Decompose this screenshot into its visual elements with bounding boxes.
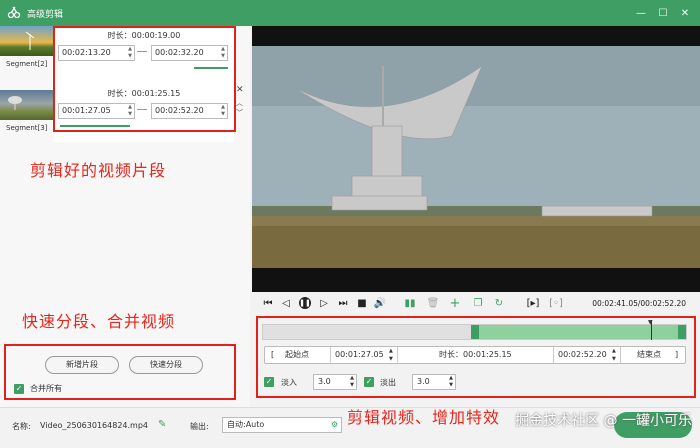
file-name: Video_250630164824.mp4 xyxy=(40,421,148,430)
skip-end-icon[interactable]: ⏭ xyxy=(337,297,349,309)
segment-panel: Segment[2] Segment[3] 时长：00:00:19.00 00:… xyxy=(0,26,250,407)
highlight-box xyxy=(256,316,696,398)
app-logo-icon xyxy=(7,6,21,20)
merge-all-checkbox[interactable]: ✓ xyxy=(14,384,24,394)
close-segment-icon[interactable]: ✕ xyxy=(236,85,244,95)
annotation-clips: 剪辑好的视频片段 xyxy=(30,161,167,180)
merge-all-label: 合并所有 xyxy=(30,384,62,393)
delete-icon[interactable]: 🗑 xyxy=(427,297,440,309)
split-icon[interactable]: ▮▮ xyxy=(404,297,416,309)
step-back-icon[interactable]: ◁ xyxy=(280,297,292,309)
window-title: 高级剪辑 xyxy=(27,9,64,20)
settings-gear-icon[interactable]: ⚙ xyxy=(331,418,338,432)
annotation-split-merge: 快速分段、合并视频 xyxy=(22,312,176,331)
segment-thumbnail[interactable] xyxy=(0,90,53,120)
stop-icon[interactable]: ■ xyxy=(356,297,368,309)
title-bar: 高级剪辑 — ☐ ✕ xyxy=(0,0,700,26)
video-preview[interactable] xyxy=(252,26,700,292)
chevron-down-icon[interactable]: ﹀ xyxy=(236,108,243,118)
chevron-up-icon[interactable]: ︿ xyxy=(236,98,243,108)
step-forward-icon[interactable]: ▷ xyxy=(318,297,330,309)
output-label: 输出: xyxy=(190,422,209,431)
segment-thumbnail[interactable] xyxy=(0,26,53,56)
minimize-icon[interactable]: — xyxy=(630,0,652,26)
edit-pencil-icon[interactable]: ✎ xyxy=(158,419,166,430)
annotation-edit: 剪辑视频、增加特效 xyxy=(347,408,501,427)
clip-editor: ▼ [ 起始点 00:01:27.05 ▲ ▼ 时长：00:01:25.15 00… xyxy=(252,316,700,407)
highlight-box xyxy=(53,26,236,132)
mark-out-icon[interactable]: [◦] xyxy=(549,297,563,309)
add-icon[interactable]: + xyxy=(449,296,461,311)
watermark: 掘金技术社区 @ 一罐小可乐 xyxy=(515,413,692,429)
quick-split-button[interactable]: 快速分段 xyxy=(129,356,203,374)
add-segment-button[interactable]: 新增片段 xyxy=(45,356,119,374)
time-readout: 00:02:41.05/00:02:52.20 xyxy=(592,299,686,308)
close-icon[interactable]: ✕ xyxy=(674,0,696,26)
volume-icon[interactable]: 🔊 xyxy=(374,297,386,309)
player-controls: ⏮ ◁ ❚❚ ▷ ⏭ ■ 🔊 ▮▮ 🗑 + ❐ ↻ [▸] [◦] 00:02:… xyxy=(252,292,700,316)
output-select[interactable]: 自动:Auto ⚙ xyxy=(222,417,342,433)
segment-label: Segment[2] xyxy=(6,60,48,68)
skip-start-icon[interactable]: ⏮ xyxy=(262,297,274,309)
segment-label: Segment[3] xyxy=(6,124,48,132)
maximize-icon[interactable]: ☐ xyxy=(652,0,674,26)
copy-icon[interactable]: ❐ xyxy=(472,297,484,309)
reset-icon[interactable]: ↻ xyxy=(493,297,505,309)
mark-in-icon[interactable]: [▸] xyxy=(527,297,540,309)
pause-icon[interactable]: ❚❚ xyxy=(299,297,311,309)
name-label: 名称: xyxy=(12,422,31,431)
